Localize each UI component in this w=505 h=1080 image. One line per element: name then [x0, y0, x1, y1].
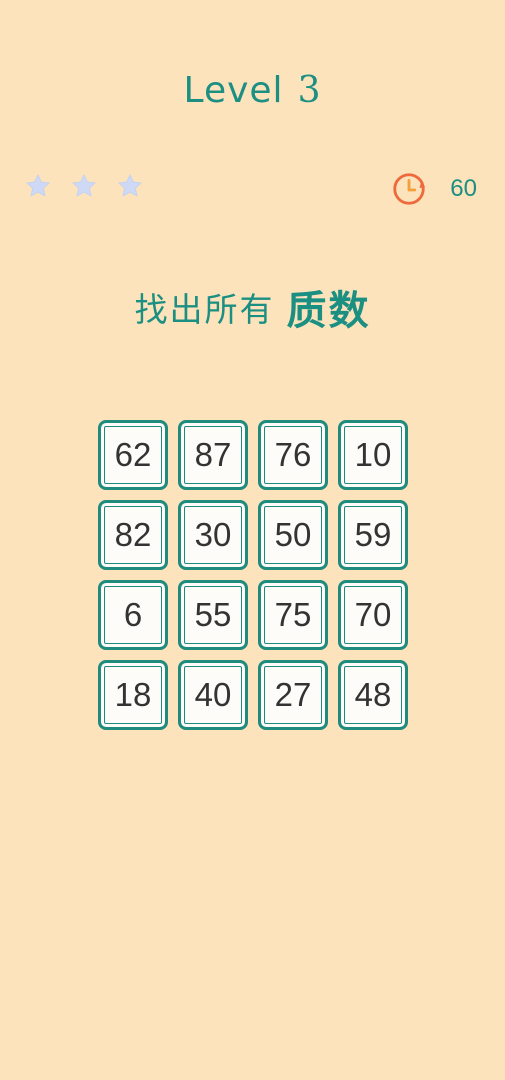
timer-value: 60 — [450, 175, 477, 202]
level-title: Level 3 — [0, 70, 505, 111]
star-icon — [26, 174, 50, 197]
number-tile[interactable]: 18 — [98, 660, 168, 730]
number-tile[interactable]: 27 — [258, 660, 328, 730]
star-icon — [118, 174, 142, 197]
timer: 60 — [390, 170, 477, 208]
number-tile[interactable]: 50 — [258, 500, 328, 570]
number-tile[interactable]: 75 — [258, 580, 328, 650]
number-tile[interactable]: 40 — [178, 660, 248, 730]
instruction-prefix: 找出所有 — [134, 290, 275, 329]
number-tile[interactable]: 6 — [98, 580, 168, 650]
number-tile[interactable]: 59 — [338, 500, 408, 570]
number-tile[interactable]: 30 — [178, 500, 248, 570]
number-tile[interactable]: 87 — [178, 420, 248, 490]
number-tile[interactable]: 10 — [338, 420, 408, 490]
number-tile[interactable]: 76 — [258, 420, 328, 490]
number-tile[interactable]: 70 — [338, 580, 408, 650]
number-tile[interactable]: 62 — [98, 420, 168, 490]
number-tile[interactable]: 48 — [338, 660, 408, 730]
number-grid: 62 87 76 10 82 30 50 59 6 55 75 70 18 40… — [98, 420, 408, 730]
number-tile[interactable]: 82 — [98, 500, 168, 570]
instruction-target: 质数 — [286, 288, 371, 334]
number-tile[interactable]: 55 — [178, 580, 248, 650]
level-label: Level — [183, 70, 284, 111]
star-icon — [72, 174, 96, 197]
level-number: 3 — [297, 70, 322, 111]
star-rating — [24, 172, 144, 200]
clock-icon — [393, 173, 426, 205]
instruction: 找出所有 质数 — [0, 278, 505, 336]
